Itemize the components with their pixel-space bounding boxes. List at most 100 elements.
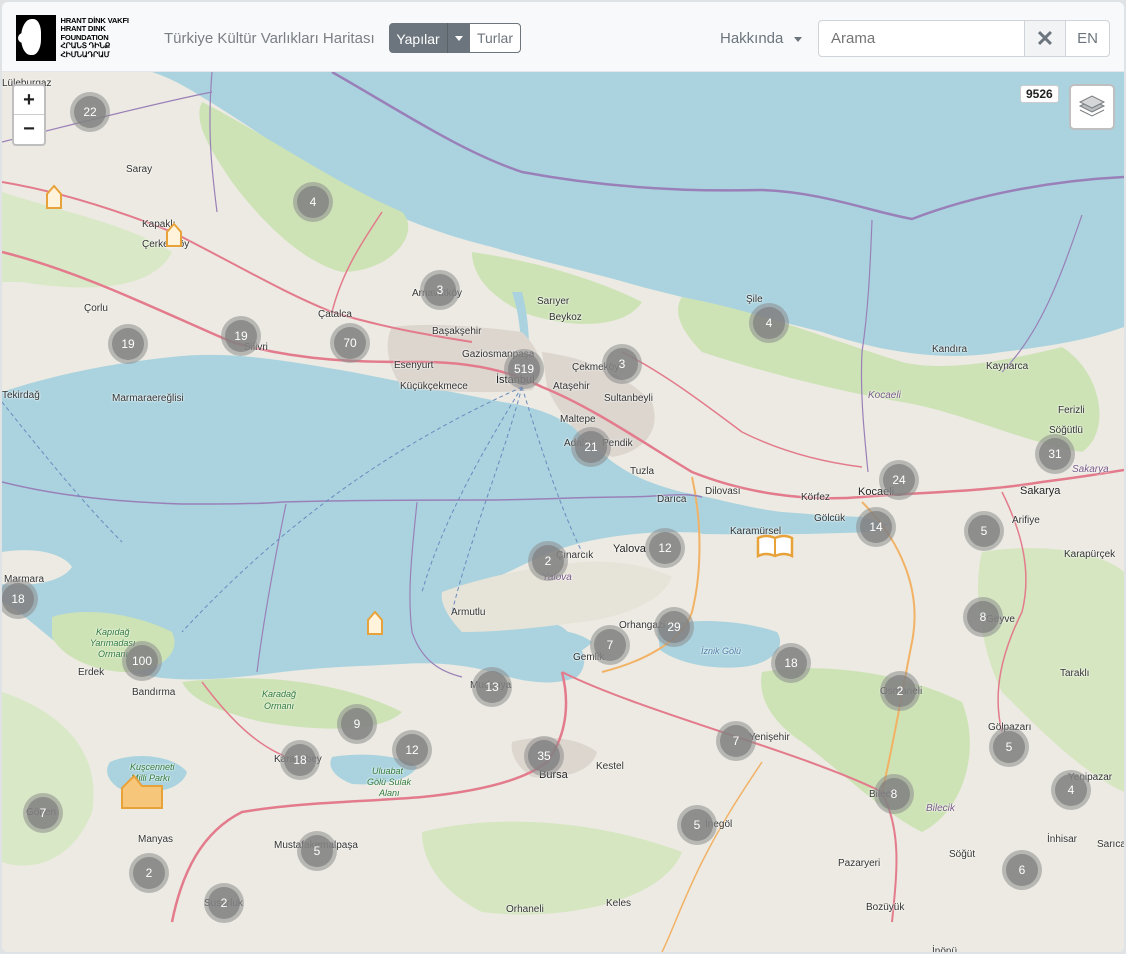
marker-cluster[interactable]: 12 xyxy=(645,528,685,568)
place-label: Küçükçekmece xyxy=(400,381,468,392)
marker-cluster[interactable]: 21 xyxy=(571,427,611,467)
marker-cluster[interactable]: 4 xyxy=(1051,770,1091,810)
logo-text: HRANT DİNK VAKFI HRANT DINK FOUNDATION Հ… xyxy=(60,16,149,60)
place-label: Alanı xyxy=(379,788,400,798)
marker-cluster[interactable]: 7 xyxy=(590,625,630,665)
marker-cluster[interactable]: 29 xyxy=(654,607,694,647)
place-label: Arifiye xyxy=(1012,515,1040,526)
place-label: İnhisar xyxy=(1047,834,1078,845)
place-label: Sarıyer xyxy=(537,296,570,307)
hrant-dink-logo[interactable]: HRANT DİNK VAKFI HRANT DINK FOUNDATION Հ… xyxy=(16,15,149,61)
cluster-count: 18 xyxy=(284,744,316,776)
house-marker-icon[interactable] xyxy=(120,772,164,810)
marker-cluster[interactable]: 19 xyxy=(108,324,148,364)
cluster-count: 8 xyxy=(878,778,910,810)
marker-cluster[interactable]: 7 xyxy=(23,793,63,833)
cluster-count: 13 xyxy=(476,671,508,703)
marker-cluster[interactable]: 22 xyxy=(70,92,110,132)
turlar-button[interactable]: Turlar xyxy=(469,23,521,53)
marker-cluster[interactable]: 8 xyxy=(874,774,914,814)
marker-cluster[interactable]: 24 xyxy=(879,460,919,500)
marker-cluster[interactable]: 3 xyxy=(420,270,460,310)
marker-cluster[interactable]: 4 xyxy=(749,303,789,343)
house-marker-icon[interactable] xyxy=(164,222,184,248)
cluster-count: 4 xyxy=(753,307,785,339)
place-label: Kocaeli xyxy=(868,390,901,401)
marker-cluster[interactable]: 6 xyxy=(1002,850,1042,890)
cluster-count: 12 xyxy=(396,734,428,766)
marker-cluster[interactable]: 18 xyxy=(280,740,320,780)
cluster-count: 2 xyxy=(884,675,916,707)
about-menu[interactable]: Hakkında xyxy=(720,30,783,47)
house-marker-icon[interactable] xyxy=(44,184,64,210)
marker-cluster[interactable]: 70 xyxy=(330,323,370,363)
map-canvas[interactable]: SarayKapaklıÇerkezköyÇorluÇatalcaSilivri… xyxy=(2,72,1124,952)
marker-cluster[interactable]: 4 xyxy=(293,182,333,222)
cluster-count: 4 xyxy=(297,186,329,218)
marker-cluster[interactable]: 5 xyxy=(297,831,337,871)
marker-cluster[interactable]: 519 xyxy=(504,349,544,389)
marker-cluster[interactable]: 18 xyxy=(771,643,811,683)
search-input[interactable] xyxy=(818,20,1025,57)
marker-cluster[interactable]: 19 xyxy=(221,316,261,356)
navbar: HRANT DİNK VAKFI HRANT DINK FOUNDATION Հ… xyxy=(2,2,1124,72)
place-label: Sakarya xyxy=(1020,485,1061,497)
place-label: Armutlu xyxy=(451,607,486,618)
cluster-count: 5 xyxy=(993,731,1025,763)
place-label: Esenyurt xyxy=(394,360,434,371)
layers-button[interactable] xyxy=(1069,84,1115,130)
cluster-count: 24 xyxy=(883,464,915,496)
language-button[interactable]: EN xyxy=(1065,20,1110,57)
marker-cluster[interactable]: 13 xyxy=(472,667,512,707)
yapilar-button[interactable]: Yapılar xyxy=(389,23,447,53)
place-label: Kaynarca xyxy=(986,361,1029,372)
place-label: Gölü Sulak xyxy=(367,777,412,787)
marker-cluster[interactable]: 31 xyxy=(1035,434,1075,474)
marker-cluster[interactable]: 5 xyxy=(989,727,1029,767)
place-label: Bozüyük xyxy=(866,902,905,913)
cluster-count: 7 xyxy=(720,725,752,757)
cluster-count: 18 xyxy=(775,647,807,679)
place-label: Marmaraereğlisi xyxy=(112,393,184,404)
marker-cluster[interactable]: 14 xyxy=(856,507,896,547)
cluster-count: 19 xyxy=(112,328,144,360)
marker-cluster[interactable]: 100 xyxy=(122,641,162,681)
marker-cluster[interactable]: 2 xyxy=(129,853,169,893)
place-label: Körfez xyxy=(801,492,830,503)
marker-cluster[interactable]: 5 xyxy=(677,805,717,845)
place-label: Başakşehir xyxy=(432,326,482,337)
marker-cluster[interactable]: 7 xyxy=(716,721,756,761)
marker-cluster[interactable]: 35 xyxy=(524,736,564,776)
marker-cluster[interactable]: 8 xyxy=(963,597,1003,637)
clear-search-button[interactable]: ✕ xyxy=(1024,20,1066,57)
zoom-in-button[interactable]: + xyxy=(14,86,44,115)
marker-cluster[interactable]: 3 xyxy=(602,344,642,384)
marker-cluster[interactable]: 9 xyxy=(337,704,377,744)
marker-cluster[interactable]: 2 xyxy=(204,883,244,923)
yapilar-dropdown-toggle[interactable] xyxy=(447,23,469,53)
place-label: Söğüt xyxy=(949,849,976,860)
marker-cluster[interactable]: 5 xyxy=(964,511,1004,551)
place-label: Sarıcak xyxy=(1097,839,1124,850)
place-label: Pazaryeri xyxy=(838,858,881,869)
zoom-out-button[interactable]: − xyxy=(14,115,44,144)
page-title[interactable]: Türkiye Kültür Varlıkları Haritası xyxy=(164,30,375,47)
cluster-count: 35 xyxy=(528,740,560,772)
marker-cluster[interactable]: 2 xyxy=(528,541,568,581)
layers-icon xyxy=(1078,95,1106,117)
marker-cluster[interactable]: 12 xyxy=(392,730,432,770)
book-marker-icon[interactable] xyxy=(756,532,794,560)
marker-cluster[interactable]: 2 xyxy=(880,671,920,711)
total-count-badge: 9526 xyxy=(1020,85,1059,103)
place-label: Karadağ xyxy=(262,689,297,699)
place-label: Bandırma xyxy=(132,687,176,698)
cluster-count: 70 xyxy=(334,327,366,359)
logo-line-2: HRANT DINK FOUNDATION xyxy=(60,24,109,42)
cluster-count: 519 xyxy=(508,353,540,385)
cluster-count: 14 xyxy=(860,511,892,543)
mode-toggle: Yapılar Turlar xyxy=(389,23,521,53)
cluster-count: 31 xyxy=(1039,438,1071,470)
house-marker-icon[interactable] xyxy=(365,610,385,636)
place-label: Orhaneli xyxy=(506,904,544,915)
logo-mark-icon xyxy=(16,15,57,61)
